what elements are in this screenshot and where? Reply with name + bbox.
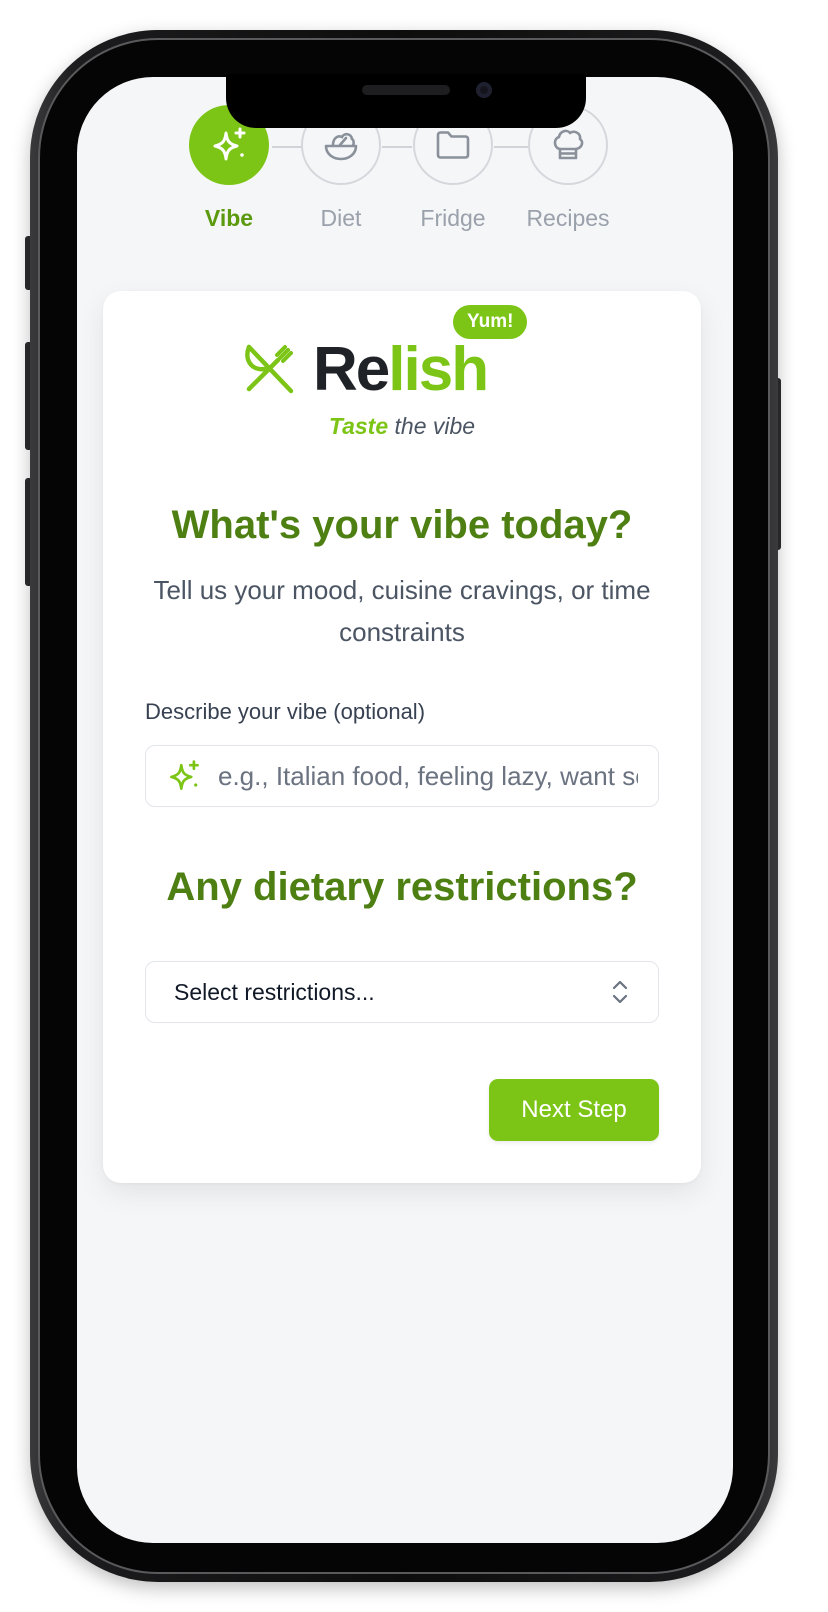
vibe-subtitle: Tell us your mood, cuisine cravings, or … (153, 575, 651, 647)
diet-heading: Any dietary restrictions? (166, 865, 638, 909)
step-label-fridge: Fridge (420, 205, 486, 231)
step-connector (272, 146, 302, 148)
chef-hat-icon (553, 129, 584, 160)
vibe-input[interactable] (216, 759, 640, 793)
step-label-diet: Diet (320, 205, 362, 231)
front-camera (476, 82, 492, 98)
salad-bowl-icon (324, 132, 358, 161)
step-connector (494, 146, 528, 148)
tagline-rest: the vibe (388, 413, 476, 439)
sparkles-icon (213, 127, 246, 161)
chevron-up-down-icon (612, 980, 628, 1004)
restrictions-select-value: Select restrictions... (174, 978, 375, 1005)
step-connector (382, 146, 412, 148)
folder-icon (436, 131, 470, 159)
sparkles-icon (170, 760, 199, 790)
app-screen: Vibe Diet Fridge Recipes Relish Yum! Tas… (77, 77, 733, 1543)
yum-badge: Yum! (453, 305, 528, 339)
brand-name-accent: lish (388, 335, 489, 404)
brand-name: Relish (313, 335, 489, 405)
device-frame: Vibe Diet Fridge Recipes Relish Yum! Tas… (0, 0, 828, 1612)
brand-tagline: Taste the vibe (103, 413, 701, 440)
notch-speaker (362, 85, 450, 95)
next-step-button[interactable]: Next Step (489, 1079, 659, 1141)
tagline-highlight: Taste (328, 413, 389, 439)
step-label-vibe: Vibe (204, 205, 254, 231)
vibe-field-label: Describe your vibe (optional) (145, 699, 426, 724)
device-notch (226, 74, 586, 128)
vibe-heading: What's your vibe today? (171, 503, 633, 547)
step-label-recipes: Recipes (526, 205, 610, 231)
fork-knife-icon (245, 344, 294, 394)
vibe-input-wrapper (145, 745, 659, 807)
onboarding-card: Relish Yum! Taste the vibe What's your v… (103, 291, 701, 1183)
restrictions-select[interactable]: Select restrictions... (145, 961, 659, 1023)
brand-name-dark: Re (313, 335, 390, 404)
